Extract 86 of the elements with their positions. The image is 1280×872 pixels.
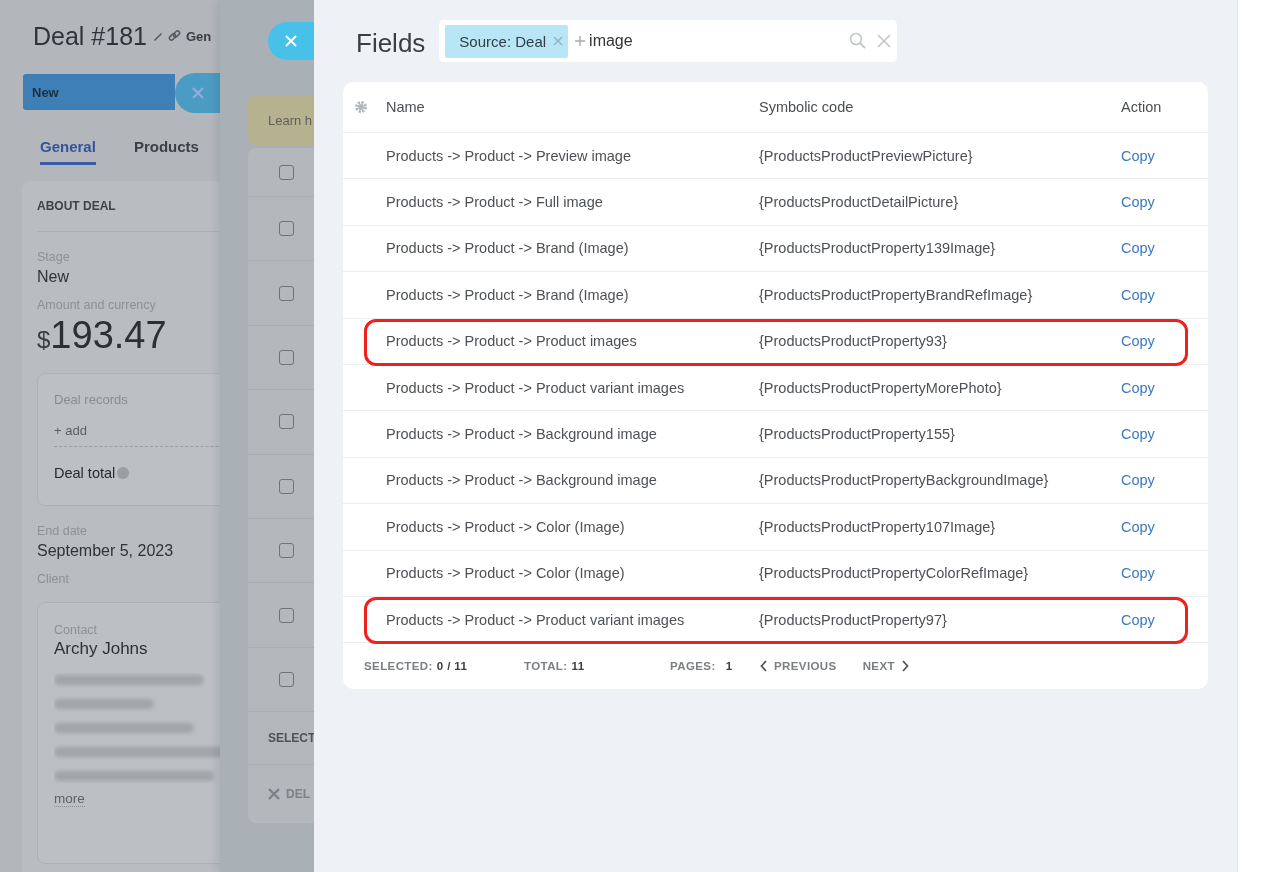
table-cell: Products -> Product -> Background image	[386, 472, 657, 489]
plus-icon	[575, 36, 586, 46]
copy-link[interactable]: Copy	[1121, 472, 1155, 489]
field-value: New	[37, 268, 70, 286]
checkbox[interactable]	[279, 414, 294, 430]
stage-bar[interactable]: New	[23, 74, 175, 110]
table-cell: Products -> Product -> Full image	[386, 194, 603, 211]
table-cell: Products -> Product -> Color (Image)	[386, 565, 625, 582]
close-icon	[284, 34, 298, 48]
close-icon	[877, 34, 892, 48]
help-icon	[117, 467, 130, 479]
close-icon	[268, 788, 280, 801]
checkbox[interactable]	[279, 164, 294, 180]
checkbox[interactable]	[279, 285, 294, 301]
next-link[interactable]: NEXT	[862, 660, 909, 673]
table-cell: {ProductsProductProperty93}	[759, 333, 947, 350]
field-value: September 5, 2023	[37, 542, 175, 560]
table-cell: {ProductsProductProperty155}	[759, 426, 955, 443]
checkbox[interactable]	[279, 607, 294, 623]
close-button[interactable]	[175, 73, 220, 113]
checkbox[interactable]	[279, 478, 294, 494]
tab[interactable]: General	[40, 138, 96, 165]
stage-label: New	[32, 84, 59, 100]
table-cell: Products -> Product -> Color (Image)	[386, 518, 625, 535]
table-cell: {ProductsProductPropertyBrandRefImage}	[759, 286, 1033, 303]
copy-link[interactable]: Copy	[1121, 611, 1155, 628]
footer-label: SELECTED:	[364, 660, 433, 673]
footer-value: 1	[725, 660, 733, 673]
copy-link[interactable]: Copy	[1121, 518, 1155, 535]
column-header[interactable]: Name	[386, 99, 425, 115]
page-title: Deal #181	[33, 21, 147, 51]
checkbox[interactable]	[279, 349, 294, 365]
footer-value: 0 / 11	[436, 660, 468, 673]
previous-link[interactable]: PREVIOUS	[760, 660, 837, 673]
copy-link[interactable]: Copy	[1121, 240, 1155, 257]
chevron-right-icon	[900, 660, 909, 673]
table-cell: {ProductsProductPropertyBackgroundImage}	[759, 472, 1049, 489]
close-icon	[553, 36, 564, 46]
notice-text: Learn h	[268, 112, 313, 128]
table-cell: {ProductsProductPropertyMorePhoto}	[759, 379, 1002, 396]
settings-icon	[354, 100, 368, 114]
column-header[interactable]: Action	[1121, 99, 1162, 115]
footer-value: 11	[571, 660, 585, 673]
table-cell: Products -> Product -> Brand (Image)	[386, 286, 629, 303]
copy-link[interactable]: Copy	[1121, 426, 1155, 443]
table-cell: {ProductsProductPropertyColorRefImage}	[759, 565, 1029, 582]
table-cell: {ProductsProductProperty97}	[759, 611, 947, 628]
table-cell: Products -> Product -> Product variant images	[386, 611, 685, 628]
search-icon	[849, 32, 868, 50]
close-icon	[190, 86, 205, 100]
table-cell: Products -> Product -> Background image	[386, 426, 657, 443]
panel-title: Fields	[356, 26, 426, 59]
tab[interactable]: Products	[133, 138, 199, 165]
footer-label: TOTAL:	[524, 660, 568, 673]
filter-tag[interactable]: Source: Deal	[445, 24, 569, 58]
search-field[interactable]: Source: Deal image	[439, 20, 898, 62]
checkbox[interactable]	[279, 671, 294, 687]
amount-value: 193.47	[50, 314, 167, 357]
close-button[interactable]	[268, 22, 314, 60]
checkbox[interactable]	[279, 221, 294, 237]
table-cell: {ProductsProductProperty139Image}	[759, 240, 996, 257]
table-cell: Products -> Product -> Brand (Image)	[386, 240, 629, 257]
chevron-left-icon	[760, 660, 768, 673]
search-text: image	[589, 32, 634, 50]
table-cell: {ProductsProductDetailPicture}	[759, 194, 959, 211]
table-cell: Products -> Product -> Product images	[386, 333, 637, 350]
copy-link[interactable]: Copy	[1121, 333, 1155, 350]
table-cell: {ProductsProductProperty107Image}	[759, 518, 996, 535]
copy-link[interactable]: Copy	[1121, 286, 1155, 303]
table-cell: Products -> Product -> Preview image	[386, 147, 631, 164]
link-icon	[167, 29, 181, 43]
contact-name: Archy Johns	[54, 639, 149, 659]
table-cell: {ProductsProductPreviewPicture}	[759, 147, 973, 164]
pencil-icon	[152, 30, 164, 42]
table-cell: Products -> Product -> Product variant images	[386, 379, 685, 396]
currency-sign: $	[37, 326, 51, 354]
copy-link[interactable]: Copy	[1121, 565, 1155, 582]
more-link[interactable]: more	[54, 791, 85, 807]
column-header[interactable]: Symbolic code	[759, 99, 854, 115]
category-link[interactable]: Gen	[186, 28, 212, 44]
copy-link[interactable]: Copy	[1121, 379, 1155, 396]
copy-link[interactable]: Copy	[1121, 147, 1155, 164]
checkbox[interactable]	[279, 543, 294, 559]
total-label: Deal total	[54, 465, 116, 481]
copy-link[interactable]: Copy	[1121, 194, 1155, 211]
footer-label: PAGES:	[670, 660, 716, 673]
